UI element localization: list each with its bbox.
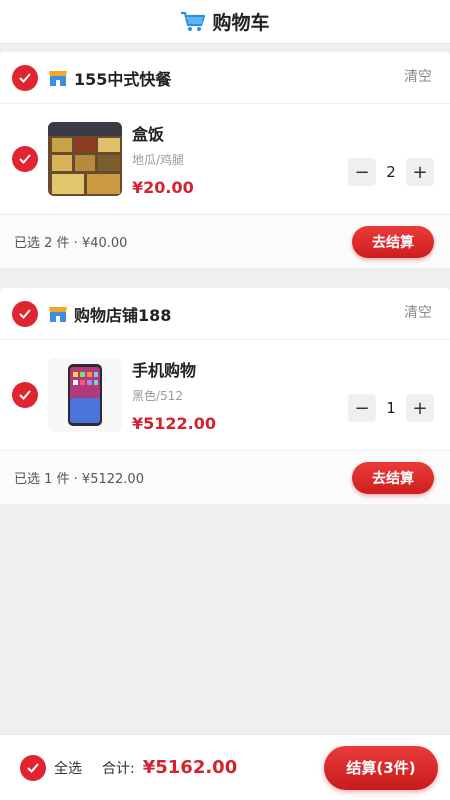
food-tray-photo[interactable]: [48, 122, 122, 196]
phone-photo[interactable]: [48, 358, 122, 432]
shop-select-checkbox[interactable]: [12, 64, 38, 91]
store-icon: [49, 70, 67, 86]
cart-item: 手机购物 黑色/512 ¥5122.00 − 1 +: [0, 340, 450, 450]
checkout-bar: 全选 合计: ¥5162.00 结算(3件): [0, 734, 450, 800]
total-amount: ¥5162.00: [142, 757, 238, 778]
quantity-stepper: − 1 +: [348, 394, 434, 422]
item-name[interactable]: 盒饭: [132, 121, 194, 145]
page-title: 购物车: [212, 12, 270, 34]
quantity-value: 1: [386, 399, 396, 417]
increase-button[interactable]: +: [406, 158, 434, 186]
decrease-button[interactable]: −: [348, 394, 376, 422]
shop-header: 155中式快餐 清空: [0, 52, 450, 104]
shop-footer: 已选 2 件 · ¥40.00 去结算: [0, 214, 450, 268]
selection-summary: 已选 2 件 · ¥40.00: [14, 236, 128, 251]
item-name[interactable]: 手机购物: [132, 357, 216, 381]
item-price: ¥20.00: [132, 178, 194, 197]
item-spec: 地瓜/鸡腿: [132, 153, 185, 167]
shop-card: 155中式快餐 清空 盒饭 地瓜/鸡腿 ¥20.00 − 2 + 已选 2 件 …: [0, 52, 450, 268]
quantity-stepper: − 2 +: [348, 158, 434, 186]
shop-card: 购物店铺188 清空 手机购物 黑色/512 ¥5122.00 − 1 + 已选…: [0, 288, 450, 504]
cart-content: 155中式快餐 清空 盒饭 地瓜/鸡腿 ¥20.00 − 2 + 已选 2 件 …: [0, 52, 450, 512]
select-all-label[interactable]: 全选: [54, 758, 82, 778]
shop-checkout-button[interactable]: 去结算: [352, 461, 434, 494]
shop-footer: 已选 1 件 · ¥5122.00 去结算: [0, 450, 450, 504]
increase-button[interactable]: +: [406, 394, 434, 422]
item-select-checkbox[interactable]: [12, 382, 38, 408]
shop-name: 购物店铺188: [74, 305, 172, 325]
shop-checkout-button[interactable]: 去结算: [352, 225, 434, 258]
decrease-button[interactable]: −: [348, 158, 376, 186]
item-price: ¥5122.00: [132, 414, 217, 433]
item-info: 手机购物 黑色/512 ¥5122.00: [132, 357, 216, 433]
app-header: 购物车: [0, 0, 450, 44]
store-icon: [49, 306, 67, 322]
quantity-value: 2: [386, 163, 396, 181]
checkout-button[interactable]: 结算(3件): [324, 745, 438, 790]
check-icon: [19, 72, 31, 83]
shop-name: 155中式快餐: [74, 69, 172, 89]
check-icon: [27, 762, 39, 773]
item-info: 盒饭 地瓜/鸡腿 ¥20.00: [132, 121, 194, 197]
selection-summary: 已选 1 件 · ¥5122.00: [14, 472, 144, 487]
clear-button[interactable]: 清空: [404, 302, 432, 322]
clear-button[interactable]: 清空: [404, 66, 432, 86]
cart-item: 盒饭 地瓜/鸡腿 ¥20.00 − 2 +: [0, 104, 450, 214]
check-icon: [19, 308, 31, 319]
cart-icon: [181, 11, 206, 31]
shop-select-checkbox[interactable]: [12, 300, 38, 327]
total-label: 合计:: [102, 760, 135, 777]
select-all-checkbox[interactable]: [20, 754, 46, 781]
check-icon: [19, 154, 31, 164]
item-select-checkbox[interactable]: [12, 146, 38, 172]
check-icon: [19, 390, 31, 400]
item-spec: 黑色/512: [132, 389, 183, 403]
shop-header: 购物店铺188 清空: [0, 288, 450, 340]
